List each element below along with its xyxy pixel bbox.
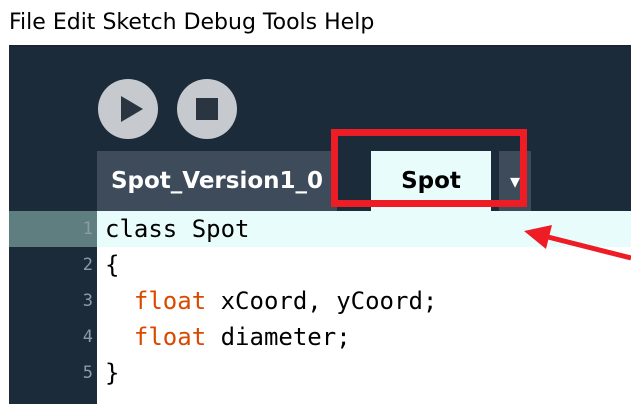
annotation-arrow <box>524 225 631 261</box>
arrow-head <box>524 225 552 249</box>
processing-ide-screenshot: File Edit Sketch Debug Tools Help Spot_V… <box>0 0 631 404</box>
arrow-shaft <box>547 234 631 261</box>
